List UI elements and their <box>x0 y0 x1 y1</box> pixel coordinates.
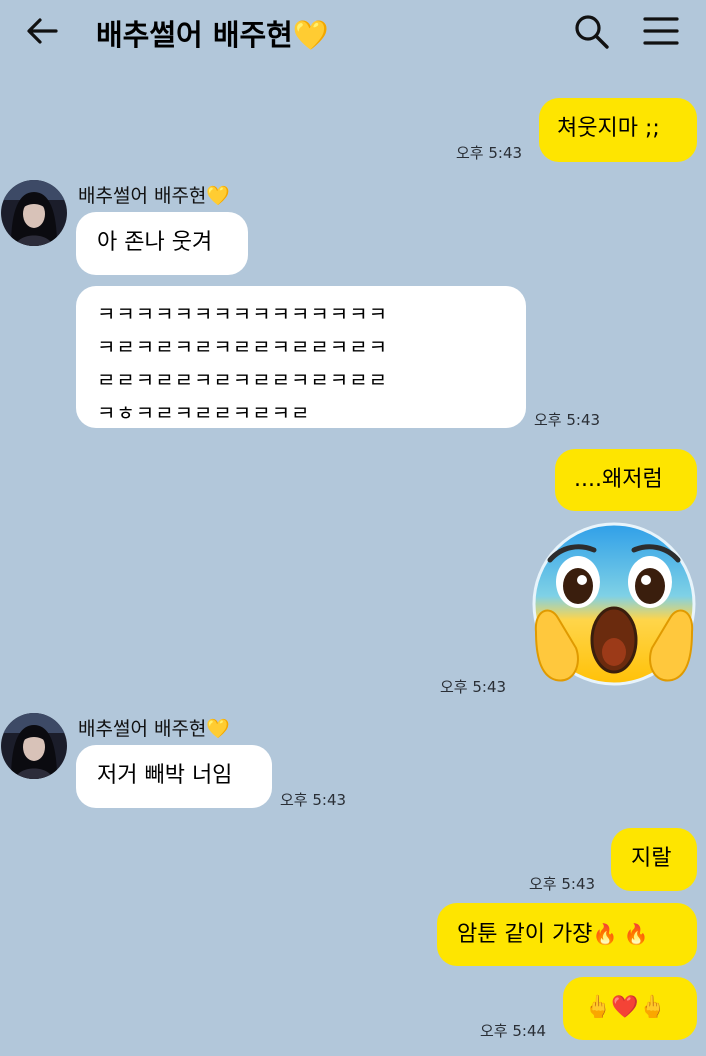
message-text: 아 존나 웃겨 <box>97 230 213 255</box>
sender-name-text: 배추썰어 배주현 <box>78 718 207 740</box>
search-icon[interactable] <box>572 12 612 52</box>
chat-title-text: 배추썰어 배주현 <box>96 18 293 52</box>
message-text: 암툰 같이 가쟝 <box>457 922 593 947</box>
message-text: 쳐웃지마 ;; <box>557 116 660 141</box>
message-time: 오후 5:44 <box>480 1022 547 1040</box>
sender-name-text: 배추썰어 배주현 <box>78 185 207 207</box>
chat-header: 배추썰어 배주현💛 <box>0 0 706 64</box>
menu-icon[interactable] <box>641 14 681 48</box>
my-message-bubble[interactable]: 🖕❤️🖕 <box>563 977 697 1040</box>
avatar[interactable] <box>1 180 67 246</box>
sender-name: 배추썰어 배주현💛 <box>78 714 230 741</box>
message-text: 저거 빼박 너임 <box>97 763 233 788</box>
scream-emoji-icon[interactable] <box>528 520 700 692</box>
heart-icon: 💛 <box>206 718 231 740</box>
their-message-bubble[interactable]: ㅋㅋㅋㅋㅋㅋㅋㅋㅋㅋㅋㅋㅋㅋㅋ ㅋㄹㅋㄹㅋㄹㅋㄹㄹㅋㄹㄹㅋㄹㅋ ㄹㄹㅋㄹㄹㅋㄹㅋ… <box>76 286 526 428</box>
their-message-bubble[interactable]: 저거 빼박 너임 <box>76 745 272 808</box>
heart-icon: 💛 <box>206 185 231 207</box>
message-time: 오후 5:43 <box>280 791 347 809</box>
message-text: 지랄 <box>631 846 672 871</box>
message-time: 오후 5:43 <box>456 144 523 162</box>
back-arrow-icon[interactable] <box>22 14 62 48</box>
message-text: ....왜저럼 <box>574 467 663 492</box>
message-time: 오후 5:43 <box>534 411 601 429</box>
message-time: 오후 5:43 <box>440 678 507 696</box>
message-text: ㅋㅋㅋㅋㅋㅋㅋㅋㅋㅋㅋㅋㅋㅋㅋ ㅋㄹㅋㄹㅋㄹㅋㄹㄹㅋㄹㄹㅋㄹㅋ ㄹㄹㅋㄹㄹㅋㄹㅋ… <box>97 302 388 425</box>
heart-icon: 💛 <box>292 18 329 52</box>
my-message-bubble[interactable]: 암툰 같이 가쟝🔥 🔥 <box>437 903 697 966</box>
my-message-bubble[interactable]: ....왜저럼 <box>555 449 697 511</box>
chat-title: 배추썰어 배주현💛 <box>96 12 329 54</box>
avatar[interactable] <box>1 713 67 779</box>
my-message-bubble[interactable]: 쳐웃지마 ;; <box>539 98 697 162</box>
sender-name: 배추썰어 배주현💛 <box>78 181 230 208</box>
fire-icon: 🔥 🔥 <box>592 922 649 946</box>
my-message-bubble[interactable]: 지랄 <box>611 828 697 891</box>
message-time: 오후 5:43 <box>529 875 596 893</box>
finger-heart-emoji-icon: 🖕❤️🖕 <box>584 995 667 1020</box>
their-message-bubble[interactable]: 아 존나 웃겨 <box>76 212 248 275</box>
